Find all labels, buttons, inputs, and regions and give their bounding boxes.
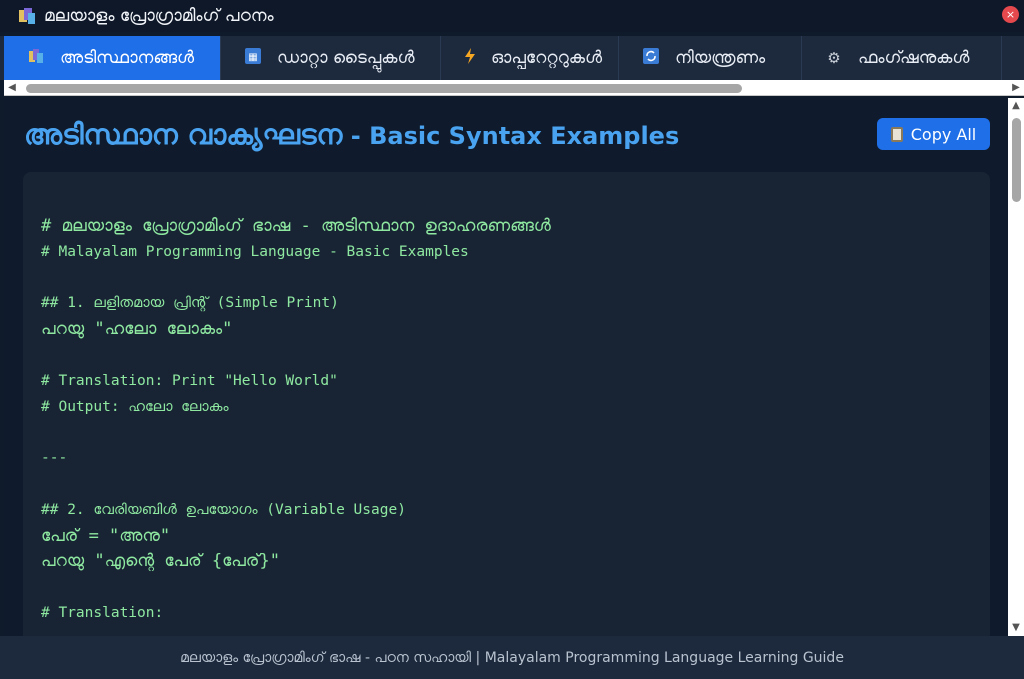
tab-bar: അടിസ്ഥാനങ്ങൾ ▦ ഡാറ്റാ ടൈപ്പുകൾ ഓപ്പറേറ്റ… bbox=[0, 36, 1024, 80]
horizontal-scrollbar[interactable]: ◀ ▶ bbox=[4, 80, 1024, 96]
vertical-scrollbar[interactable]: ▲ ▼ bbox=[1008, 98, 1024, 636]
code-line: ## 2. വേരിയബിൾ ഉപയോഗം (Variable Usage) bbox=[41, 501, 406, 518]
scroll-up-icon[interactable]: ▲ bbox=[1010, 100, 1022, 112]
clipboard-icon bbox=[890, 126, 903, 142]
code-line: # Malayalam Programming Language - Basic… bbox=[41, 243, 469, 260]
tab-basics[interactable]: അടിസ്ഥാനങ്ങൾ bbox=[4, 36, 221, 80]
tab-operators[interactable]: ഓപ്പറേറ്ററുകൾ bbox=[441, 36, 619, 80]
tab-functions[interactable]: ⚙ ഫംഗ്ഷനുകൾ bbox=[802, 36, 1002, 80]
copy-all-button[interactable]: Copy All bbox=[877, 118, 990, 150]
footer-text: മലയാളം പ്രോഗ്രാമിംഗ് ഭാഷ - പഠന സഹായി | M… bbox=[180, 649, 844, 666]
books-icon bbox=[18, 7, 36, 25]
tab-label: ഡാറ്റാ ടൈപ്പുകൾ bbox=[277, 48, 415, 68]
tab-label: ഫംഗ്ഷനുകൾ bbox=[858, 48, 970, 68]
code-line: # Output: ഹലോ ലോകം bbox=[41, 398, 229, 415]
close-button[interactable]: × bbox=[1002, 6, 1019, 23]
refresh-icon bbox=[641, 48, 661, 68]
code-block: # മലയാളം പ്രോഗ്രാമിംഗ് ഭാഷ - അടിസ്ഥാന ഉദ… bbox=[23, 172, 990, 636]
scroll-thumb[interactable] bbox=[1012, 118, 1021, 202]
tab-label: നിയന്ത്രണം bbox=[675, 48, 766, 68]
tab-control[interactable]: നിയന്ത്രണം bbox=[619, 36, 802, 80]
data-grid-icon: ▦ bbox=[243, 48, 263, 68]
svg-text:▦: ▦ bbox=[248, 52, 257, 63]
title-bar: മലയാളം പ്രോഗ്രാമിംഗ് പഠനം × bbox=[0, 0, 1024, 32]
code-line: # Translation: Print "Hello World" bbox=[41, 372, 338, 389]
copy-all-label: Copy All bbox=[910, 124, 977, 144]
section-heading: അടിസ്ഥാന വാക്യഘടന - Basic Syntax Example… bbox=[24, 118, 679, 152]
tab-data-types[interactable]: ▦ ഡാറ്റാ ടൈപ്പുകൾ bbox=[221, 36, 441, 80]
code-line: പേര് = "അനു" bbox=[41, 525, 171, 546]
tab-label: ഓപ്പറേറ്ററുകൾ bbox=[491, 48, 603, 68]
gear-icon: ⚙ bbox=[827, 49, 841, 67]
content-pane: അടിസ്ഥാന വാക്യഘടന - Basic Syntax Example… bbox=[4, 98, 1008, 636]
code-line: പറയു "ഹലോ ലോകം" bbox=[41, 319, 233, 340]
code-line: --- bbox=[41, 450, 68, 467]
scroll-left-icon[interactable]: ◀ bbox=[6, 82, 18, 94]
footer: മലയാളം പ്രോഗ്രാമിംഗ് ഭാഷ - പഠന സഹായി | M… bbox=[0, 636, 1024, 679]
lightning-icon bbox=[463, 48, 477, 68]
code-line: # മലയാളം പ്രോഗ്രാമിംഗ് ഭാഷ - അടിസ്ഥാന ഉദ… bbox=[41, 216, 551, 236]
code-line: # Translation: bbox=[41, 604, 164, 621]
books-icon bbox=[26, 48, 46, 68]
scroll-right-icon[interactable]: ▶ bbox=[1010, 82, 1022, 94]
scroll-down-icon[interactable]: ▼ bbox=[1010, 622, 1022, 634]
code-line: പറയു "എന്റെ പേര് {പേര്}" bbox=[41, 551, 280, 572]
scroll-thumb[interactable] bbox=[26, 84, 742, 93]
heading-malayalam: അടിസ്ഥാന വാക്യഘടന bbox=[24, 118, 343, 151]
code-line: ## 1. ലളിതമായ പ്രിന്റ് (Simple Print) bbox=[41, 295, 339, 312]
window-title: മലയാളം പ്രോഗ്രാമിംഗ് പഠനം bbox=[44, 6, 274, 26]
tab-label: അടിസ്ഥാനങ്ങൾ bbox=[60, 48, 195, 68]
heading-english: - Basic Syntax Examples bbox=[342, 122, 680, 150]
